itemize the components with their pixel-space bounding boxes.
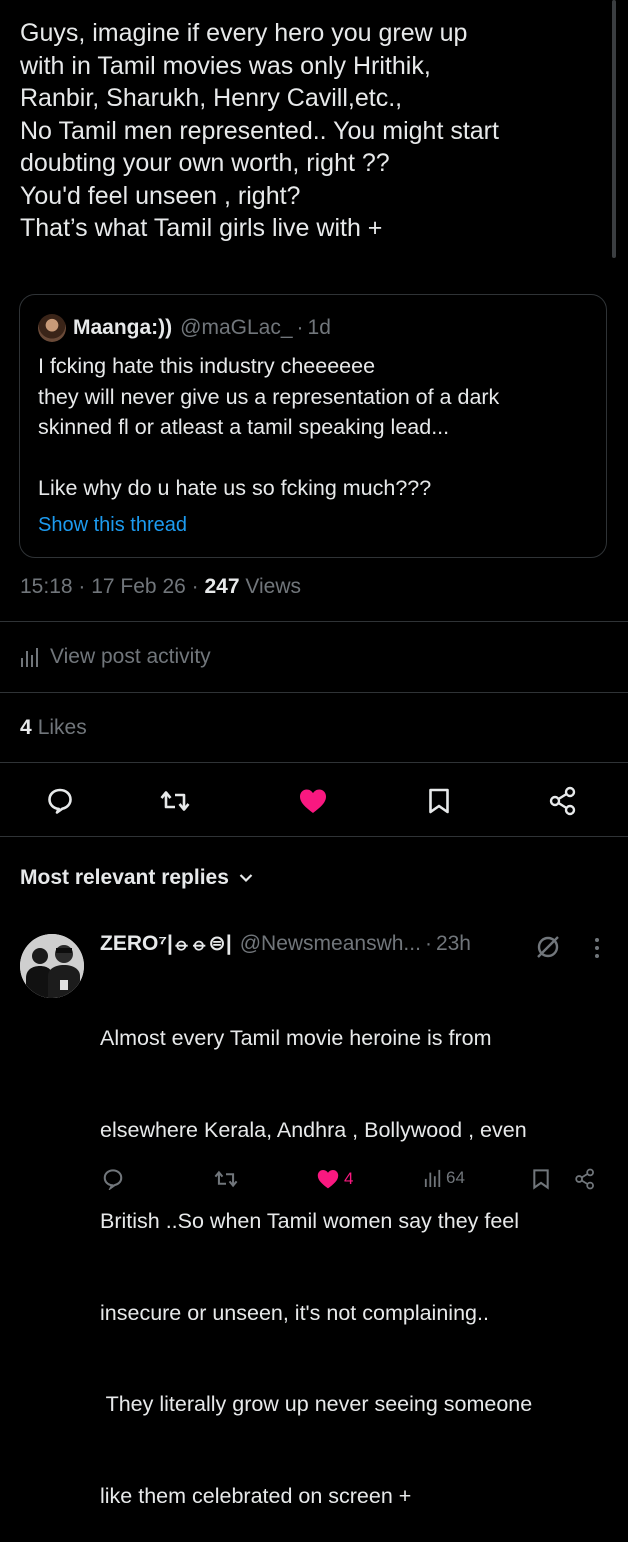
reply-views-button[interactable]: 64 [424, 1168, 465, 1188]
like-icon-filled [317, 1169, 339, 1189]
tweet-line: You'd feel unseen , right? [20, 181, 301, 210]
tweet-date[interactable]: 17 Feb 26 [91, 575, 186, 598]
likes-label: Likes [37, 716, 87, 739]
reply-line: elsewhere Kerala, Andhra , Bollywood , e… [100, 1117, 527, 1142]
bookmark-icon [429, 788, 449, 814]
reply-author-handle[interactable]: @Newsmeanswh... [240, 932, 421, 956]
divider [0, 762, 628, 763]
share-icon [575, 1168, 594, 1190]
grok-icon [537, 936, 559, 958]
quote-author-name[interactable]: Maanga:)) [73, 316, 172, 340]
separator-dot: · [296, 316, 304, 339]
repost-icon [214, 1170, 238, 1188]
bookmark-button[interactable] [424, 786, 454, 816]
reply-action-bar: 4 64 [0, 1168, 628, 1200]
quote-avatar[interactable] [38, 314, 66, 342]
likes-count-link[interactable]: 4 Likes [20, 716, 87, 740]
quoted-tweet[interactable]: Maanga:)) @maGLac_ · 1d I fcking hate th… [19, 294, 607, 558]
divider [0, 836, 628, 837]
tweet-line: doubting your own worth, right ?? [20, 149, 390, 177]
avatar-photo [20, 934, 84, 998]
separator-dot: · [424, 931, 432, 955]
tweet-line: That’s what Tamil girls live with + [20, 214, 383, 242]
quote-header: Maanga:)) @maGLac_ · 1d [38, 314, 331, 342]
reply-sort-dropdown[interactable]: Most relevant replies [20, 866, 253, 890]
bookmark-icon [533, 1169, 549, 1190]
likes-count: 4 [20, 716, 32, 739]
tweet-line: with in Tamil movies was only Hrithik, [20, 51, 431, 80]
reply-sort-label: Most relevant replies [20, 866, 229, 889]
reply-line: Almost every Tamil movie heroine is from [100, 1026, 492, 1050]
view-post-activity-link[interactable]: View post activity [20, 645, 211, 669]
repost-icon [160, 791, 190, 811]
reply-views-count: 64 [446, 1168, 465, 1187]
separator-dot: · [191, 575, 205, 598]
reply-like-count: 4 [344, 1169, 354, 1188]
like-icon-filled [300, 789, 326, 813]
tweet-line: No Tamil men represented.. You might sta… [20, 116, 499, 145]
like-button[interactable] [298, 786, 328, 816]
reply-button[interactable] [45, 786, 75, 816]
reply-line: like them celebrated on screen + [100, 1483, 412, 1508]
quote-line: Like why do u hate us so fcking much??? [38, 476, 432, 500]
reply-line: They literally grow up never seeing some… [100, 1392, 533, 1416]
reply-icon [48, 788, 72, 814]
reply-avatar[interactable] [20, 934, 84, 998]
quote-text: I fcking hate this industry cheeeeee the… [38, 351, 499, 504]
more-vertical-icon [595, 938, 599, 958]
reply-repost-button[interactable] [214, 1168, 238, 1190]
reply-text: Almost every Tamil movie heroine is from… [100, 962, 532, 1542]
reply-bookmark-button[interactable] [531, 1168, 551, 1190]
tweet-time[interactable]: 15:18 [20, 575, 73, 598]
more-options-button[interactable] [593, 937, 601, 964]
reply-line: British ..So when Tamil women say they f… [100, 1209, 520, 1233]
reply-like-button[interactable]: 4 [316, 1168, 353, 1190]
reply-reply-button[interactable] [102, 1168, 124, 1190]
analytics-icon [21, 648, 38, 667]
grok-button[interactable] [533, 932, 563, 967]
reply-header: ZERO⁷|⦵⦵⊜| @Newsmeanswh... · 23h [100, 931, 471, 956]
tweet-line: Guys, imagine if every hero you grew up [20, 19, 468, 47]
reply-line: insecure or unseen, it's not complaining… [100, 1300, 489, 1325]
quote-timestamp[interactable]: 1d [308, 316, 331, 340]
reply-timestamp[interactable]: 23h [436, 932, 471, 956]
quote-line: I fcking hate this industry cheeeeee [38, 354, 376, 378]
share-icon [549, 786, 576, 816]
tweet-meta: 15:18 · 17 Feb 26 · 247 Views [20, 575, 301, 599]
repost-button[interactable] [160, 786, 190, 816]
quote-line: they will never give us a representation… [38, 384, 500, 409]
views-label: Views [245, 575, 302, 598]
tweet-text: Guys, imagine if every hero you grew up … [20, 17, 620, 245]
activity-label: View post activity [50, 645, 211, 668]
share-button[interactable] [548, 786, 578, 816]
reply-share-button[interactable] [574, 1168, 596, 1190]
separator-dot: · [78, 575, 92, 598]
quote-author-handle[interactable]: @maGLac_ [180, 316, 292, 340]
quote-line: skinned fl or atleast a tamil speaking l… [38, 415, 450, 439]
chevron-down-icon [239, 874, 253, 883]
analytics-icon [424, 1169, 441, 1187]
show-thread-link[interactable]: Show this thread [38, 514, 187, 537]
tweet-line: Ranbir, Sharukh, Henry Cavill,etc., [20, 84, 403, 112]
divider [0, 621, 628, 622]
divider [0, 692, 628, 693]
reply-author-name[interactable]: ZERO⁷|⦵⦵⊜| [100, 931, 232, 956]
reply-icon [103, 1169, 123, 1190]
views-count: 247 [204, 575, 240, 598]
